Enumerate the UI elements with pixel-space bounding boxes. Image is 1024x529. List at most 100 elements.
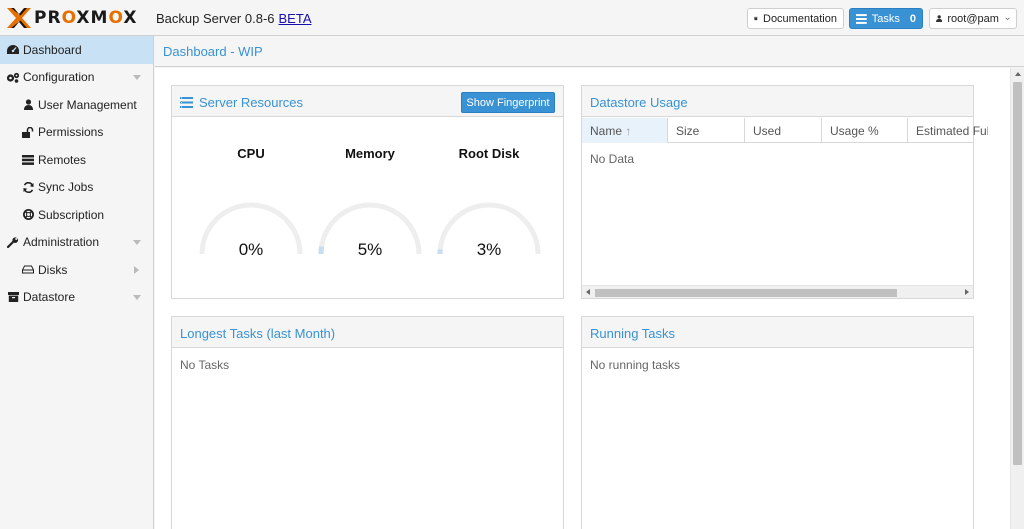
proxmox-wordmark: PROXMOX <box>34 8 138 28</box>
gears-icon <box>6 70 20 84</box>
nav-datastore[interactable]: Datastore <box>0 284 153 312</box>
scrollbar-thumb[interactable] <box>1013 82 1022 465</box>
server-resources-title-text: Server Resources <box>199 95 304 110</box>
nav-label: Subscription <box>38 207 105 222</box>
column-header-name[interactable]: Name ↑ <box>582 118 668 143</box>
nav-label: Datastore <box>23 290 76 305</box>
proxmox-logo: PROXMOX <box>6 8 137 28</box>
datastore-usage-title: Datastore Usage <box>590 95 688 110</box>
scrollbar-thumb[interactable] <box>595 289 897 297</box>
nav-permissions[interactable]: Permissions <box>0 119 153 147</box>
scroll-left-icon[interactable] <box>586 289 590 295</box>
datastore-grid-header: Name ↑ Size Used Usage % Estimated Full <box>582 118 988 143</box>
running-tasks-empty-text: No running tasks <box>590 358 681 372</box>
dashboard-icon <box>6 43 20 57</box>
user-icon <box>21 98 35 112</box>
column-header-estimated-full[interactable]: Estimated Full <box>908 118 988 143</box>
longest-tasks-panel: Longest Tasks (last Month) No Tasks <box>171 316 564 529</box>
server-resources-title: Server Resources <box>180 95 303 110</box>
sort-ascending-icon: ↑ <box>625 124 632 138</box>
server-resources-body: CPU 0% Memory 5% Root Disk 3% <box>172 118 563 298</box>
tasks-label: Tasks <box>871 12 900 25</box>
documentation-label: Documentation <box>763 12 837 25</box>
longest-tasks-empty-text: No Tasks <box>180 358 230 372</box>
datastore-empty-text: No Data <box>590 152 635 166</box>
nav-sync-jobs[interactable]: Sync Jobs <box>0 174 153 202</box>
show-fingerprint-button[interactable]: Show Fingerprint <box>461 92 555 113</box>
refresh-icon <box>21 180 35 194</box>
documentation-button[interactable]: Documentation <box>747 8 844 29</box>
gauge-label: Memory <box>345 146 395 161</box>
navigation-sidebar: Dashboard Configuration User Management … <box>0 36 154 529</box>
column-label: Used <box>753 124 782 138</box>
scroll-right-icon[interactable] <box>965 289 969 295</box>
beta-link[interactable]: BETA <box>279 11 312 26</box>
nav-label: Sync Jobs <box>38 180 94 195</box>
running-tasks-title: Running Tasks <box>590 326 676 341</box>
user-icon <box>936 15 943 23</box>
column-header-usage[interactable]: Usage % <box>822 118 908 143</box>
gauge-value: 5% <box>357 240 383 259</box>
gauge-label: Root Disk <box>458 146 520 161</box>
nav-label: Configuration <box>23 70 95 85</box>
page-title: Dashboard - WIP <box>163 44 263 59</box>
expand-arrow-icon[interactable] <box>133 74 141 80</box>
hdd-icon <box>21 263 35 277</box>
nav-label: Remotes <box>38 152 87 167</box>
gauge-value: 3% <box>476 240 502 259</box>
scroll-up-icon[interactable] <box>1015 72 1021 76</box>
version-text: Backup Server 0.8-6 <box>156 11 275 26</box>
horizontal-scrollbar[interactable] <box>582 285 973 298</box>
gauge-label: CPU <box>237 146 265 161</box>
list-icon <box>856 13 867 24</box>
nav-user-management[interactable]: User Management <box>0 91 153 119</box>
server-resources-header: Server Resources Show Fingerprint <box>172 86 563 117</box>
tasks-count-badge: 0 <box>909 12 916 25</box>
longest-tasks-title: Longest Tasks (last Month) <box>180 326 336 341</box>
nav-subscription[interactable]: Subscription <box>0 201 153 229</box>
server-resources-panel: Server Resources Show Fingerprint CPU 0%… <box>171 85 564 299</box>
nav-label: Dashboard <box>23 42 82 57</box>
expand-arrow-icon[interactable] <box>133 239 141 245</box>
nav-label: User Management <box>38 97 137 112</box>
server-icon <box>21 153 35 167</box>
book-icon <box>754 16 758 21</box>
datastore-usage-panel: Datastore Usage Name ↑ Size Used Usage %… <box>581 85 988 299</box>
product-version: Backup Server 0.8-6 BETA <box>156 11 312 26</box>
column-label: Size <box>676 124 700 138</box>
nav-configuration[interactable]: Configuration <box>0 64 153 92</box>
proxmox-x-icon <box>6 8 32 28</box>
nav-disks[interactable]: Disks <box>0 256 153 284</box>
datastore-usage-header: Datastore Usage <box>582 86 973 117</box>
longest-tasks-header: Longest Tasks (last Month) <box>172 317 563 348</box>
nav-remotes[interactable]: Remotes <box>0 146 153 174</box>
top-header: PROXMOX Backup Server 0.8-6 BETA Document… <box>0 0 1024 36</box>
tasks-button[interactable]: Tasks 0 <box>849 8 923 29</box>
running-tasks-panel: Running Tasks No running tasks <box>581 316 974 529</box>
nav-label: Permissions <box>38 125 104 140</box>
nav-label: Disks <box>38 262 68 277</box>
tasks-list-icon <box>180 97 193 108</box>
dashboard-content: Server Resources Show Fingerprint CPU 0%… <box>155 68 1010 529</box>
gauge-value: 0% <box>238 240 264 259</box>
chevron-down-icon <box>1005 16 1010 20</box>
column-header-used[interactable]: Used <box>745 118 822 143</box>
support-icon <box>21 208 35 222</box>
expand-arrow-icon[interactable] <box>134 266 139 274</box>
column-label: Estimated Full <box>916 124 988 138</box>
wrench-icon <box>6 235 20 249</box>
user-menu-button[interactable]: root@pam <box>929 8 1017 29</box>
nav-administration[interactable]: Administration <box>0 229 153 257</box>
column-label: Name <box>590 124 623 138</box>
nav-label: Administration <box>23 235 100 250</box>
running-tasks-header: Running Tasks <box>582 317 973 348</box>
unlock-icon <box>21 125 35 139</box>
nav-dashboard[interactable]: Dashboard <box>0 36 153 64</box>
expand-arrow-icon[interactable] <box>133 294 141 300</box>
content-title-bar: Dashboard - WIP <box>155 36 1024 67</box>
archive-icon <box>6 290 20 304</box>
vertical-scrollbar[interactable] <box>1010 68 1024 529</box>
user-label: root@pam <box>947 12 999 25</box>
column-header-size[interactable]: Size <box>668 118 745 143</box>
column-label: Usage % <box>830 124 879 138</box>
